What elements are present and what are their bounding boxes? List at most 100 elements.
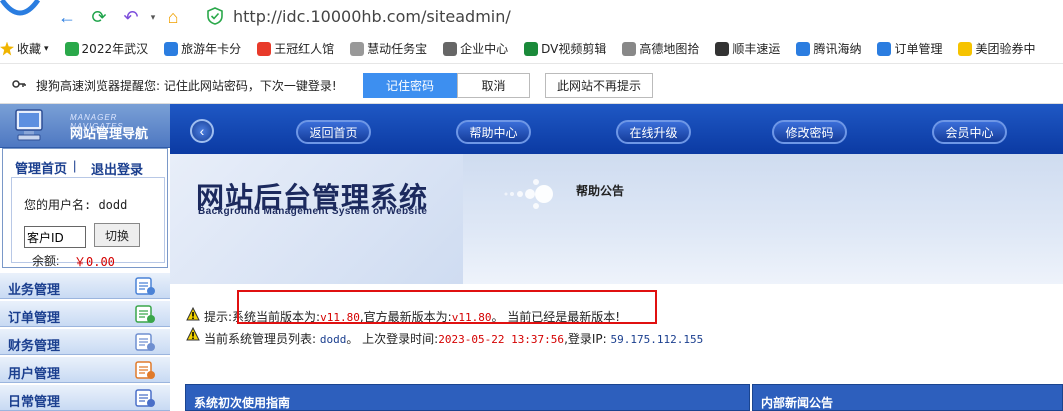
top-nav-button[interactable]: 返回首页 — [296, 120, 371, 144]
password-prompt-bar: 搜狗高速浏览器提醒您: 记住此网站密码，下次一键登录! 记住密码 取消 此网站不… — [0, 64, 1063, 104]
back-arrow-icon[interactable]: ← — [56, 6, 78, 28]
back-button[interactable]: ‹ — [190, 119, 214, 143]
browser-logo-icon — [0, 0, 40, 16]
bookmark-label: 美团验券中 — [975, 42, 1036, 56]
star-icon — [0, 41, 14, 56]
user-info-panel: 您的用户名: dodd 切换 余额: ￥0.00 — [11, 177, 165, 269]
sidebar-menu-item[interactable]: 日常管理 — [0, 384, 170, 411]
sidebar-menu-label: 用户管理 — [8, 366, 61, 381]
bookmark-label: 2022年武汉 — [81, 42, 149, 56]
tip-prefix: 提示: — [204, 310, 233, 324]
bookmark-favicon-icon — [877, 41, 892, 56]
login-ip: 59.175.112.155 — [610, 333, 704, 346]
bookmark-label: 慧动任务宝 — [367, 42, 428, 56]
first-use-guide-title: 系统初次使用指南 — [194, 396, 291, 410]
top-nav-button[interactable]: 修改密码 — [772, 120, 847, 144]
sidebar-header: MANAGER NAVIGATES 网站管理导航 — [0, 104, 170, 148]
cancel-button[interactable]: 取消 — [457, 73, 530, 98]
balance-label: 余额: — [32, 254, 60, 268]
refresh-icon[interactable]: ⟳ — [88, 6, 110, 28]
bookmark-item[interactable]: 美团验券中 — [958, 40, 1035, 57]
key-icon — [12, 80, 26, 88]
admin-list-label: 当前系统管理员列表: — [204, 332, 320, 346]
banner-english-subtitle: Background Management System of Website — [198, 206, 428, 217]
top-nav-button[interactable]: 在线升级 — [616, 120, 691, 144]
secure-shield-icon — [207, 7, 223, 25]
bookmarks-bar: 收藏 ▾ 2022年武汉 旅游年卡分 王冠红人馆 慧动任务宝 企业中心 DV视频剪辑 高德地图拾… — [0, 34, 1063, 64]
home-icon[interactable]: ⌂ — [162, 6, 184, 28]
top-nav-button[interactable]: 帮助中心 — [456, 120, 531, 144]
bookmark-item[interactable]: 腾讯海纳 — [796, 40, 861, 57]
bookmark-item[interactable]: 高德地图拾 — [622, 40, 699, 57]
highlight-annotation-box — [237, 290, 657, 324]
sidebar-menu-label: 日常管理 — [8, 394, 61, 409]
sidebar-menu-item[interactable]: 财务管理 — [0, 328, 170, 355]
bookmark-favicon-icon — [622, 41, 637, 56]
bookmark-favicon-icon — [958, 41, 973, 56]
bookmark-favicon-icon — [443, 41, 458, 56]
warning-icon — [186, 307, 200, 321]
bookmark-favicon-icon — [715, 41, 730, 56]
business-management-icon — [135, 277, 155, 295]
username-label: 您的用户名: dodd — [24, 198, 128, 212]
sidebar-menu-label: 订单管理 — [8, 310, 61, 325]
bookmark-item[interactable]: DV视频剪辑 — [524, 40, 606, 57]
bookmark-label: 订单管理 — [894, 42, 943, 56]
url-field[interactable]: http://idc.10000hb.com/siteadmin/ — [233, 7, 511, 26]
bookmark-label: 企业中心 — [460, 42, 509, 56]
logout-link[interactable]: 退出登录 — [91, 159, 143, 178]
bookmark-label: 高德地图拾 — [639, 42, 700, 56]
admin-sidebar: MANAGER NAVIGATES 网站管理导航 管理首页 | 退出登录 您的用… — [0, 104, 170, 411]
bookmark-label: 收藏 — [17, 42, 42, 56]
bookmark-item[interactable]: 企业中心 — [443, 40, 508, 57]
computer-monitor-icon — [15, 109, 43, 141]
sidebar-menu-label: 财务管理 — [8, 338, 61, 353]
bookmark-item[interactable]: 收藏 ▾ — [0, 40, 49, 57]
banner-title-area: 网站后台管理系统 Background Management System of… — [170, 154, 463, 284]
sidebar-menu-item[interactable]: 订单管理 — [0, 300, 170, 327]
sidebar-title: 网站管理导航 — [70, 127, 149, 142]
sidebar-menu-item[interactable]: 业务管理 — [0, 272, 170, 299]
bookmark-label: 王冠红人馆 — [274, 42, 335, 56]
bookmark-favicon-icon — [164, 41, 179, 56]
internal-news-panel: 内部新闻公告 — [752, 384, 1063, 411]
bookmark-favicon-icon — [64, 41, 79, 56]
admin-name: dodd — [319, 333, 347, 346]
bookmark-label: DV视频剪辑 — [541, 42, 607, 56]
daily-management-icon — [135, 389, 155, 407]
help-announcement-title: 帮助公告 — [576, 184, 625, 198]
bookmark-item[interactable]: 旅游年卡分 — [164, 40, 241, 57]
bookmark-label: 旅游年卡分 — [181, 42, 242, 56]
undo-icon[interactable]: ↶ — [120, 6, 142, 28]
bookmark-favicon-icon — [524, 41, 539, 56]
bookmark-item[interactable]: 顺丰速运 — [715, 40, 780, 57]
link-separator: | — [73, 158, 77, 173]
bookmark-item[interactable]: 慧动任务宝 — [350, 40, 427, 57]
bookmark-favicon-icon — [796, 41, 811, 56]
warning-icon — [186, 327, 200, 341]
bookmark-item[interactable]: 2022年武汉 — [64, 40, 149, 57]
bookmark-item[interactable]: 王冠红人馆 — [257, 40, 334, 57]
user-management-icon — [135, 361, 155, 379]
bookmark-favicon-icon — [350, 41, 365, 56]
remember-password-button[interactable]: 记住密码 — [363, 73, 457, 98]
customer-id-input[interactable] — [24, 226, 86, 248]
top-navigation: ‹ 返回首页 帮助中心 在线升级 修改密码 会员中心 — [170, 104, 1063, 154]
login-ip-label: ,登录IP: — [564, 332, 611, 346]
decorative-dots-icon — [504, 179, 553, 209]
admin-home-link[interactable]: 管理首页 — [15, 158, 67, 177]
bookmark-label: 顺丰速运 — [732, 42, 781, 56]
last-login-label: 。 上次登录时间: — [346, 332, 439, 346]
switch-button[interactable]: 切换 — [94, 223, 140, 247]
bookmark-item[interactable]: 订单管理 — [877, 40, 942, 57]
admin-info-line: 当前系统管理员列表: dodd。 上次登录时间:2023-05-22 13:37… — [204, 330, 703, 347]
user-box: 管理首页 | 退出登录 您的用户名: dodd 切换 余额: ￥0.00 — [2, 148, 168, 269]
sidebar-menu-item[interactable]: 用户管理 — [0, 356, 170, 383]
undo-dropdown-icon[interactable]: ▾ — [142, 6, 164, 28]
password-prompt-message: 搜狗高速浏览器提醒您: 记住此网站密码，下次一键登录! — [36, 79, 337, 93]
order-management-icon — [135, 305, 155, 323]
top-nav-button[interactable]: 会员中心 — [932, 120, 1007, 144]
last-login-time: 2023-05-22 13:37:56 — [438, 333, 565, 346]
browser-toolbar: ← ⟳ ↶ ▾ ⌂ http://idc.10000hb.com/siteadm… — [0, 0, 1063, 34]
never-prompt-button[interactable]: 此网站不再提示 — [545, 73, 653, 98]
